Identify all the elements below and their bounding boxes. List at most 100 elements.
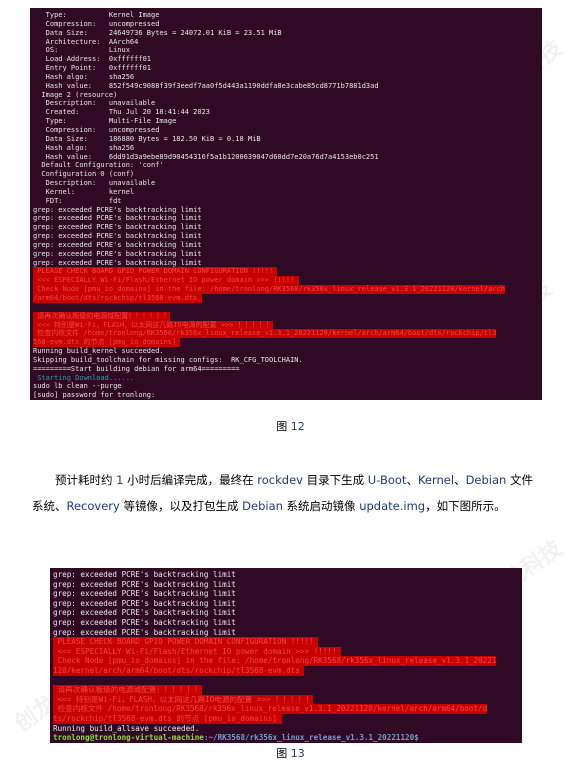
terminal-line: grep: exceeded PCRE's backtracking limit — [33, 223, 542, 232]
output-text: Hash algo: sha256 — [33, 72, 135, 81]
terminal-line: 568-evm.dts 的节点 [pmu_io_domains] — [33, 338, 542, 348]
paragraph-text: Debian — [242, 499, 283, 513]
output-text: grep: exceeded PCRE's backtracking limit — [33, 258, 202, 267]
paragraph-text: 、 — [406, 473, 418, 487]
output-text: grep: exceeded PCRE's backtracking limit — [33, 223, 202, 232]
terminal-line: Load Address: 0xffffff01 — [33, 55, 542, 64]
output-text: Hash value: 852f549c9088f39f3eedf7aa0f5d… — [33, 81, 379, 90]
output-text: grep: exceeded PCRE's backtracking limit — [53, 617, 236, 627]
terminal-line: grep: exceeded PCRE's backtracking limit — [33, 241, 542, 250]
terminal-line: <<< 特别是Wi-Fi，FLASH，以太网这几路IO电源的配置 >>> ！！！… — [53, 694, 522, 705]
output-text: =========Start building debian for arm64… — [33, 364, 240, 373]
terminal-line: Data Size: 186880 Bytes = 182.50 KiB = 0… — [33, 135, 542, 144]
figure-12-caption: 图 12 — [0, 420, 581, 434]
terminal-line: 检查内核文件 /home/tronlong/RK3568/rk356x_linu… — [53, 704, 522, 714]
terminal-line: Running build_allsave succeeded. — [53, 724, 522, 734]
terminal-line: Data Size: 24649736 Bytes = 24072.01 KiB… — [33, 29, 542, 38]
terminal-line: Check Node [pmu_io_domains] in the file:… — [53, 656, 522, 666]
terminal-line: =========Start building debian for arm64… — [33, 365, 542, 374]
output-text: Description: unavailable — [33, 99, 156, 108]
warning-text: /arm64/boot/dts/rockchip/tl3568-evm.dts — [33, 294, 202, 303]
output-text: Skipping build_toolchain for missing con… — [33, 355, 303, 364]
terminal-line: Type: Multi-File Image — [33, 117, 542, 126]
terminal-line: OS: Linux — [33, 46, 542, 55]
output-text: grep: exceeded PCRE's backtracking limit — [33, 232, 202, 241]
terminal-line: grep: exceeded PCRE's backtracking limit — [53, 618, 522, 628]
terminal-screenshot-figure-13: grep: exceeded PCRE's backtracking limit… — [50, 568, 522, 743]
terminal-line: /arm64/boot/dts/rockchip/tl3568-evm.dts — [33, 294, 542, 303]
paragraph-text: 目录下生成 — [302, 473, 368, 487]
terminal-line: sudo lb clean --purge — [33, 382, 542, 391]
terminal-line: Image 2 (resource) — [33, 91, 542, 100]
output-text: grep: exceeded PCRE's backtracking limit — [53, 589, 236, 599]
terminal-line: 检查内核文件 /home/tronlong/RK3568/rk356x_linu… — [33, 329, 542, 339]
output-text: OS: Linux — [33, 46, 130, 55]
output-text: grep: exceeded PCRE's backtracking limit — [33, 249, 202, 258]
terminal-line: grep: exceeded PCRE's backtracking limit — [33, 250, 542, 259]
output-text: Architecture: AArch64 — [33, 37, 139, 46]
terminal-line: Created: Thu Jul 20 18:41:44 2023 — [33, 108, 542, 117]
output-text: Default Configuration: 'conf' — [33, 161, 164, 170]
terminal-line: FDT: fdt — [33, 197, 542, 206]
paragraph-text: Recovery — [66, 499, 120, 513]
terminal-line: grep: exceeded PCRE's backtracking limit — [33, 259, 542, 268]
output-text: Load Address: 0xffffff01 — [33, 55, 152, 64]
output-text: Running build_allsave succeeded. — [53, 723, 200, 733]
shell-prompt: tronlong@tronlong-virtual-machine:~/RK35… — [53, 733, 522, 743]
terminal-line: Compression: uncompressed — [33, 126, 542, 135]
caption-prefix: 图 — [276, 420, 288, 433]
paragraph-text: update.img — [359, 499, 426, 513]
terminal-line: Hash algo: sha256 — [33, 144, 542, 153]
terminal-line: grep: exceeded PCRE's backtracking limit — [53, 589, 522, 599]
output-text: Entry Point: 0xffffff01 — [33, 64, 152, 73]
figure-13-caption: 图 13 — [0, 747, 581, 761]
warning-text: 120/kernel/arch/arm64/boot/dts/rockchip/… — [53, 665, 305, 676]
terminal-line: grep: exceeded PCRE's backtracking limit — [33, 232, 542, 241]
output-text: grep: exceeded PCRE's backtracking limit — [33, 214, 202, 223]
terminal-line: PLEASE CHECK BOARD GPIO POWER DOMAIN CON… — [53, 637, 522, 647]
terminal-line: [sudo] password for tronlong: — [33, 391, 542, 400]
prompt-path: :~/RK3568/rk356x_linux_release_v1.3.1_20… — [203, 733, 419, 743]
terminal-line: Configuration 0 (conf) — [33, 170, 542, 179]
terminal-line: Check Node [pmu_io_domains] in the file:… — [33, 285, 542, 294]
paragraph-text: rockdev — [257, 473, 303, 487]
paragraph-text: ，如下图所示。 — [425, 499, 506, 513]
terminal-line: PLEASE CHECK BOARD GPIO POWER DOMAIN CON… — [33, 267, 542, 277]
terminal-line: Starting Download...... — [33, 374, 542, 383]
warning-text: ts/rockchip/tl3568-evm.dts 的节点 [pmu_io_d… — [53, 713, 282, 724]
warning-text: 检查内核文件 /home/tronlong/RK3568/rk356x_linu… — [53, 704, 488, 714]
paragraph-text: Debian — [465, 473, 507, 487]
terminal-line: grep: exceeded PCRE's backtracking limit — [33, 206, 542, 215]
warning-text: 检查内核文件 /home/tronlong/RK3568/rk356x_linu… — [33, 329, 497, 339]
output-text: Compression: uncompressed — [33, 125, 160, 134]
warning-text: <<< ESPECIALLY Wi-Fi/Flash/Ethernet IO p… — [53, 646, 342, 657]
paragraph-text: 等镜像，以及打包生成 — [119, 499, 243, 513]
warning-text: Check Node [pmu_io_domains] in the file:… — [53, 656, 497, 666]
caption-prefix: 图 — [276, 747, 288, 760]
output-text: [sudo] password for tronlong: — [33, 391, 156, 400]
terminal-line: Hash value: 852f549c9088f39f3eedf7aa0f5d… — [33, 82, 542, 91]
terminal-line: Default Configuration: 'conf' — [33, 161, 542, 170]
terminal-line: Compression: uncompressed — [33, 20, 542, 29]
paragraph-text: 预计耗时约 — [55, 473, 117, 487]
output-text: Running build_kernel succeeded. — [33, 347, 164, 356]
terminal-line: Running build_kernel succeeded. — [33, 347, 542, 356]
warning-text: 请再次确认板级的电源域配置！！！！！！ — [33, 311, 171, 321]
paragraph-text: Kernel — [417, 473, 455, 487]
terminal-line: Description: unavailable — [33, 179, 542, 188]
output-text: Configuration 0 (conf) — [33, 170, 135, 179]
terminal-line: Type: Kernel Image — [33, 11, 542, 20]
output-text: Description: unavailable — [33, 179, 156, 188]
output-text: Compression: uncompressed — [33, 19, 160, 28]
terminal-screenshot-figure-12: Type: Kernel Image Compression: uncompre… — [30, 8, 542, 401]
terminal-line: Hash algo: sha256 — [33, 73, 542, 82]
output-text: grep: exceeded PCRE's backtracking limit — [33, 205, 202, 214]
output-text: Image 2 (resource) — [33, 90, 118, 99]
warning-text: Check Node [pmu_io_domains] in the file:… — [33, 285, 506, 294]
output-text: Hash algo: sha256 — [33, 143, 135, 152]
warning-text: PLEASE CHECK BOARD GPIO POWER DOMAIN CON… — [53, 637, 319, 647]
output-text: grep: exceeded PCRE's backtracking limit — [53, 598, 236, 608]
output-text: Starting Download...... — [33, 373, 135, 382]
